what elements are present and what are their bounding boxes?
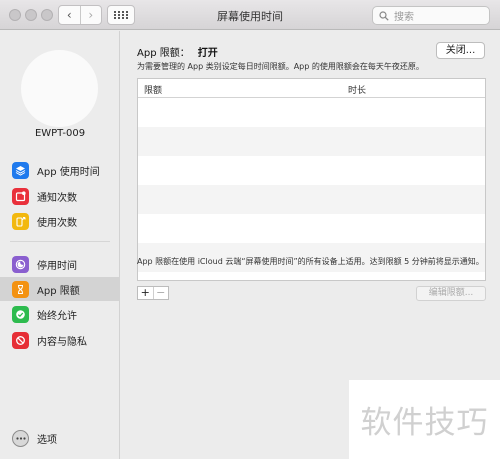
options-label: 选项: [37, 435, 57, 446]
sidebar-item-content-privacy[interactable]: 内容与隐私: [0, 328, 120, 352]
sidebar-item-label: App 限额: [37, 285, 80, 297]
avatar: [21, 50, 98, 127]
pickup-icon: [12, 212, 29, 230]
sidebar-item-notifications[interactable]: 通知次数: [0, 184, 120, 208]
sidebar-item-label: 使用次数: [37, 217, 77, 229]
navigation-buttons: ‹ ›: [58, 5, 102, 25]
sidebar-item-label: 内容与隐私: [37, 336, 87, 348]
turn-off-button[interactable]: 关闭...: [436, 42, 485, 59]
sidebar-divider: [10, 241, 110, 242]
table-row: [138, 127, 485, 156]
column-header-limit[interactable]: 限额: [144, 83, 162, 96]
notification-icon: [12, 187, 29, 205]
sidebar-item-label: 始终允许: [37, 310, 77, 322]
page-title: App 限额： 打开: [137, 44, 218, 59]
description-text: 为需要管理的 App 类别设定每日时间限额。App 的使用限额会在每天午夜还原。: [137, 62, 424, 71]
remove-button[interactable]: −: [152, 287, 169, 299]
grid-icon: [114, 11, 128, 19]
status-text: 打开: [197, 48, 218, 59]
sidebar-item-app-limits[interactable]: App 限额: [0, 277, 120, 301]
table-row: [138, 185, 485, 214]
zoom-window-button[interactable]: [41, 9, 53, 21]
sidebar-item-pickups[interactable]: 使用次数: [0, 209, 120, 233]
layers-icon: [12, 161, 29, 179]
watermark: 软件技巧: [349, 380, 500, 459]
table-row: [138, 156, 485, 185]
limits-table[interactable]: 限额 时长: [137, 78, 486, 281]
options-button[interactable]: 选项: [12, 430, 57, 447]
sidebar-item-always-allowed[interactable]: 始终允许: [0, 302, 120, 326]
close-window-button[interactable]: [9, 9, 21, 21]
block-icon: [12, 331, 29, 349]
title-bar: ‹ › 屏幕使用时间 搜索: [0, 0, 500, 30]
minimize-window-button[interactable]: [25, 9, 37, 21]
edit-limits-button[interactable]: 编辑限额...: [416, 286, 486, 301]
add-button[interactable]: +: [138, 287, 153, 299]
check-icon: [12, 305, 29, 323]
search-icon: [379, 10, 389, 21]
more-icon: [12, 430, 29, 447]
forward-button[interactable]: ›: [79, 6, 102, 24]
column-header-duration[interactable]: 时长: [348, 83, 366, 96]
table-header: 限额 时长: [138, 79, 485, 98]
sidebar-item-app-usage[interactable]: App 使用时间: [0, 158, 120, 182]
search-field[interactable]: 搜索: [372, 6, 490, 25]
heading-label: App 限额：: [137, 48, 190, 59]
moon-icon: [12, 255, 29, 273]
window-title: 屏幕使用时间: [217, 10, 283, 23]
back-button[interactable]: ‹: [59, 6, 80, 24]
show-all-button[interactable]: [107, 5, 135, 25]
sidebar: EWPT-009 App 使用时间 通知次数 使用次数 停用时间 App 限额: [0, 31, 120, 459]
table-row: [138, 98, 485, 127]
sidebar-item-downtime[interactable]: 停用时间: [0, 252, 120, 276]
search-placeholder: 搜索: [394, 12, 414, 23]
footnote-text: App 限额在使用 iCloud 云端“屏幕使用时间”的所有设备上适用。达到限额…: [137, 257, 484, 266]
sidebar-item-label: App 使用时间: [37, 166, 100, 178]
add-remove-control: + −: [137, 286, 169, 300]
hourglass-icon: [12, 280, 29, 298]
table-row: [138, 214, 485, 243]
device-name: EWPT-009: [34, 128, 86, 139]
sidebar-item-label: 通知次数: [37, 192, 77, 204]
sidebar-item-label: 停用时间: [37, 260, 77, 272]
